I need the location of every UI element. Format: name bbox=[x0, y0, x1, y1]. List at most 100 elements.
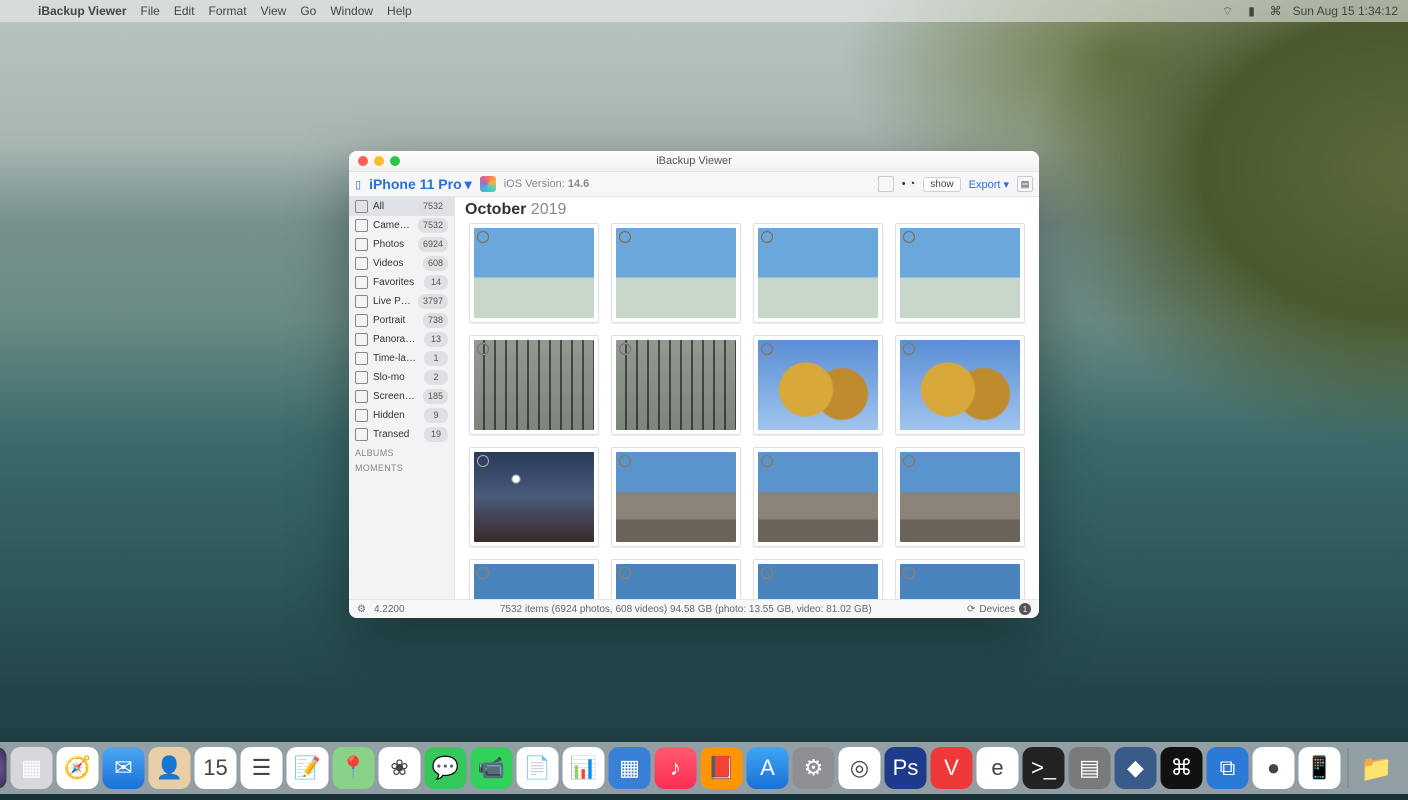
dock-documents[interactable]: 🗂 bbox=[1402, 747, 1408, 789]
titlebar[interactable]: iBackup Viewer bbox=[349, 151, 1039, 172]
sidebar-item-screenshots[interactable]: Screenshots185 bbox=[349, 387, 454, 406]
sidebar-item-panoramas[interactable]: Panoramas13 bbox=[349, 330, 454, 349]
menu-file[interactable]: File bbox=[141, 4, 160, 18]
menu-help[interactable]: Help bbox=[387, 4, 412, 18]
apple-menu[interactable] bbox=[10, 4, 24, 18]
photo-thumbnail[interactable] bbox=[469, 223, 599, 323]
photo-thumbnail[interactable] bbox=[753, 447, 883, 547]
sidebar-item-icon bbox=[355, 295, 368, 308]
photo-thumbnail[interactable] bbox=[895, 335, 1025, 435]
dock-keynote[interactable]: ▦ bbox=[609, 747, 651, 789]
dock-maps[interactable]: 📍 bbox=[333, 747, 375, 789]
view-mode-button[interactable]: ▤ bbox=[1017, 176, 1033, 192]
menubar-app-name[interactable]: iBackup Viewer bbox=[38, 4, 127, 18]
sidebar-item-camera-roll[interactable]: Camera Roll7532 bbox=[349, 216, 454, 235]
dock-edge[interactable]: e bbox=[977, 747, 1019, 789]
dock-pages[interactable]: 📄 bbox=[517, 747, 559, 789]
photo-thumbnail[interactable] bbox=[611, 559, 741, 599]
menu-view[interactable]: View bbox=[261, 4, 287, 18]
photo-thumbnail[interactable] bbox=[611, 223, 741, 323]
sidebar-item-slo-mo[interactable]: Slo-mo2 bbox=[349, 368, 454, 387]
sidebar-item-favorites[interactable]: Favorites14 bbox=[349, 273, 454, 292]
menu-format[interactable]: Format bbox=[209, 4, 247, 18]
dock-chrome[interactable]: ◎ bbox=[839, 747, 881, 789]
sidebar-section-moments[interactable]: MOMENTS bbox=[349, 459, 454, 474]
menubar-clock[interactable]: Sun Aug 15 1:34:12 bbox=[1293, 4, 1398, 18]
dock-notes[interactable]: 📝 bbox=[287, 747, 329, 789]
sidebar-item-count: 1 bbox=[424, 351, 448, 366]
calendar-icon[interactable] bbox=[878, 176, 894, 192]
battery-icon[interactable]: ▮ bbox=[1245, 4, 1259, 18]
dock-downloads[interactable]: 📁 bbox=[1356, 747, 1398, 789]
photo-thumbnail[interactable] bbox=[753, 559, 883, 599]
photo-thumbnail[interactable] bbox=[611, 335, 741, 435]
dock-app1[interactable]: ▤ bbox=[1069, 747, 1111, 789]
dock-photoshop[interactable]: Ps bbox=[885, 747, 927, 789]
dock-books[interactable]: 📕 bbox=[701, 747, 743, 789]
live-photo-icon bbox=[619, 231, 631, 243]
devices-button[interactable]: ⟳ Devices 1 bbox=[967, 603, 1031, 615]
sidebar-item-all[interactable]: All7532 bbox=[349, 197, 454, 216]
dock-facetime[interactable]: 📹 bbox=[471, 747, 513, 789]
sidebar-item-videos[interactable]: Videos608 bbox=[349, 254, 454, 273]
wifi-icon[interactable]: ⌔ bbox=[1221, 4, 1235, 18]
close-button[interactable] bbox=[358, 156, 368, 166]
dock-ibackup[interactable]: 📱 bbox=[1299, 747, 1341, 789]
minimize-button[interactable] bbox=[374, 156, 384, 166]
dock-app4[interactable]: ● bbox=[1253, 747, 1295, 789]
menu-window[interactable]: Window bbox=[330, 4, 373, 18]
dock-contacts[interactable]: 👤 bbox=[149, 747, 191, 789]
sidebar-item-label: Live Photos bbox=[373, 294, 413, 309]
clock-icon[interactable]: • ◔ bbox=[902, 178, 916, 190]
dock-music[interactable]: ♪ bbox=[655, 747, 697, 789]
dock-preferences[interactable]: ⚙ bbox=[793, 747, 835, 789]
dock-vscode[interactable]: ⧉ bbox=[1207, 747, 1249, 789]
sidebar-item-hidden[interactable]: Hidden9 bbox=[349, 406, 454, 425]
dock-launchpad[interactable]: ▦ bbox=[11, 747, 53, 789]
sidebar-section-albums[interactable]: ALBUMS bbox=[349, 444, 454, 459]
photo-grid-scroll[interactable] bbox=[455, 221, 1039, 599]
gear-icon[interactable]: ⚙ bbox=[357, 604, 366, 615]
dock-siri[interactable]: ◉ bbox=[0, 747, 7, 789]
menu-go[interactable]: Go bbox=[300, 4, 316, 18]
dock-messages[interactable]: 💬 bbox=[425, 747, 467, 789]
dock-vivaldi[interactable]: V bbox=[931, 747, 973, 789]
photo-thumbnail[interactable] bbox=[753, 223, 883, 323]
dock-reminders[interactable]: ☰ bbox=[241, 747, 283, 789]
photo-thumbnail[interactable] bbox=[469, 447, 599, 547]
dock-app3[interactable]: ⌘ bbox=[1161, 747, 1203, 789]
dock-terminal[interactable]: >_ bbox=[1023, 747, 1065, 789]
dock-app2[interactable]: ◆ bbox=[1115, 747, 1157, 789]
zoom-button[interactable] bbox=[390, 156, 400, 166]
live-photo-icon bbox=[477, 343, 489, 355]
dock-calendar[interactable]: 15 bbox=[195, 747, 237, 789]
dock-photos[interactable]: ❀ bbox=[379, 747, 421, 789]
photo-thumbnail[interactable] bbox=[895, 559, 1025, 599]
export-dropdown[interactable]: Export ▾ bbox=[969, 178, 1009, 191]
live-photo-icon bbox=[761, 455, 773, 467]
sidebar-item-transed[interactable]: Transed19 bbox=[349, 425, 454, 444]
sidebar-item-time-lapse[interactable]: Time-lapse1 bbox=[349, 349, 454, 368]
dock-appstore[interactable]: A bbox=[747, 747, 789, 789]
version-label: 4.2200 bbox=[374, 604, 405, 615]
photos-app-icon[interactable] bbox=[480, 176, 496, 192]
photo-thumbnail[interactable] bbox=[895, 447, 1025, 547]
thumbnail-image bbox=[474, 228, 594, 318]
photo-thumbnail[interactable] bbox=[895, 223, 1025, 323]
photo-thumbnail[interactable] bbox=[469, 559, 599, 599]
dock-mail[interactable]: ✉ bbox=[103, 747, 145, 789]
dock-safari[interactable]: 🧭 bbox=[57, 747, 99, 789]
sidebar-item-live-photos[interactable]: Live Photos3797 bbox=[349, 292, 454, 311]
photo-thumbnail[interactable] bbox=[611, 447, 741, 547]
device-dropdown[interactable]: iPhone 11 Pro▾ bbox=[369, 176, 472, 193]
sidebar-item-portrait[interactable]: Portrait738 bbox=[349, 311, 454, 330]
menu-edit[interactable]: Edit bbox=[174, 4, 195, 18]
photo-thumbnail[interactable] bbox=[753, 335, 883, 435]
control-center-icon[interactable]: ⌘ bbox=[1269, 4, 1283, 18]
photo-thumbnail[interactable] bbox=[469, 335, 599, 435]
show-button[interactable]: show bbox=[923, 177, 960, 192]
dock-numbers[interactable]: 📊 bbox=[563, 747, 605, 789]
thumbnail-image bbox=[616, 452, 736, 542]
live-photo-icon bbox=[619, 567, 631, 579]
sidebar-item-photos[interactable]: Photos6924 bbox=[349, 235, 454, 254]
